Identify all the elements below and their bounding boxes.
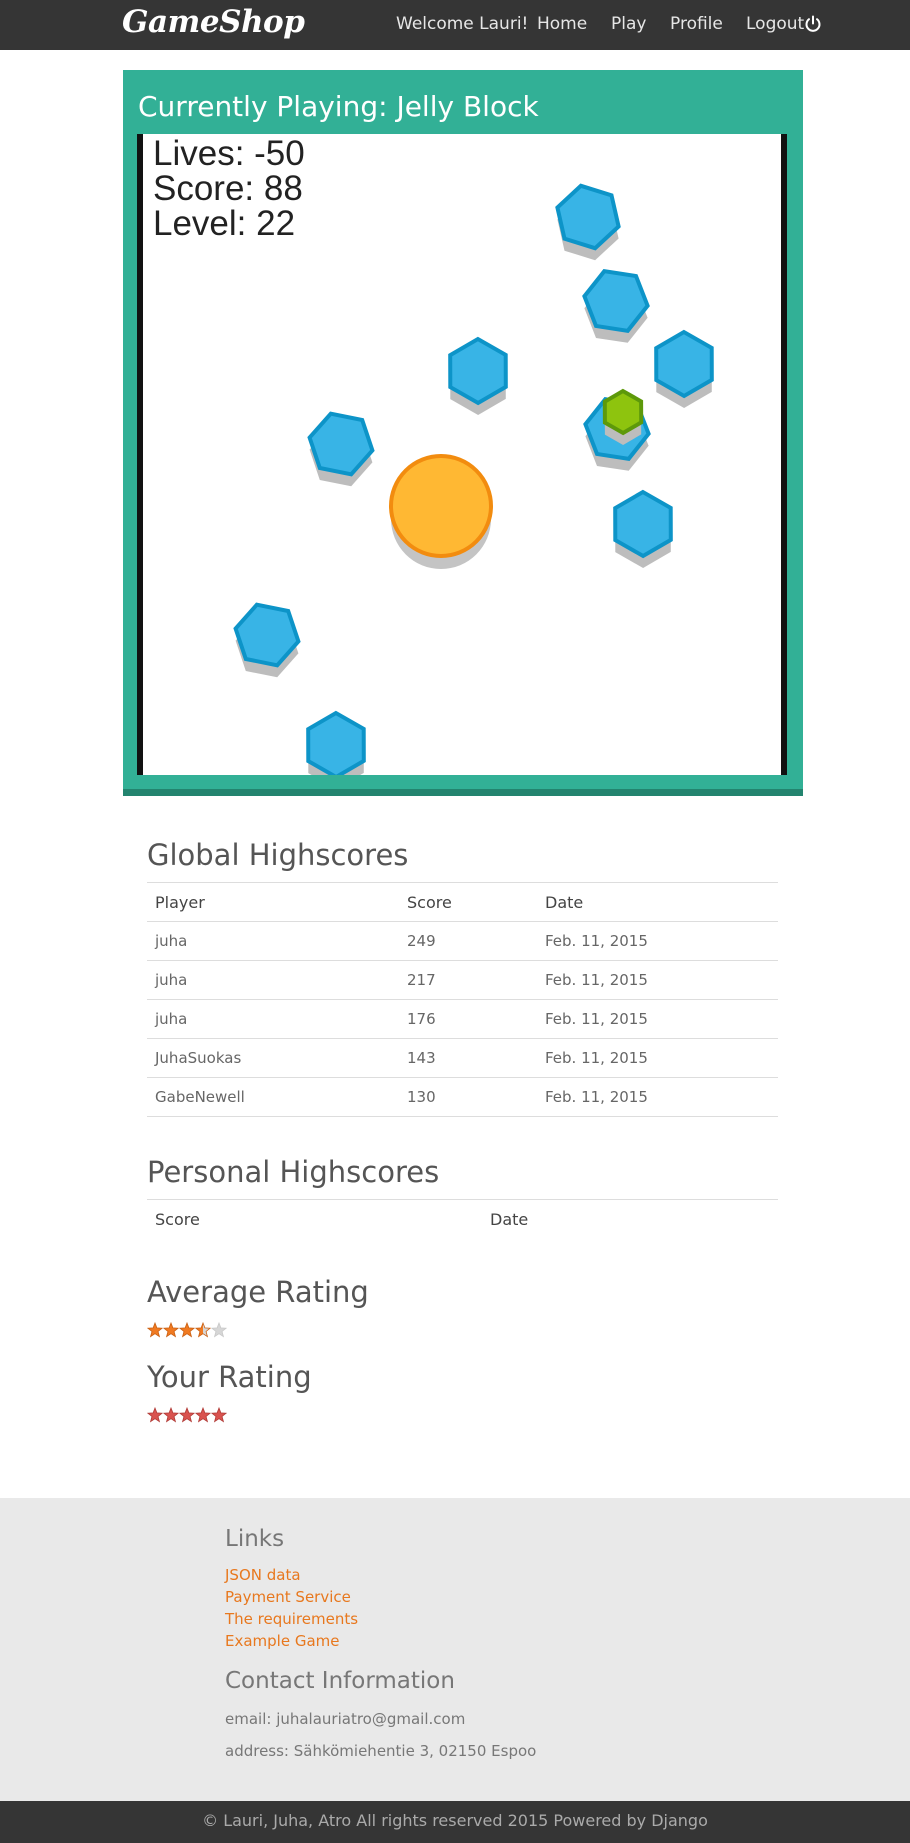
col-score: Score xyxy=(147,1199,482,1239)
cell-date: Feb. 11, 2015 xyxy=(537,999,778,1039)
block-hexagon xyxy=(555,183,621,261)
star-icon[interactable] xyxy=(195,1407,211,1423)
cell-date: Feb. 11, 2015 xyxy=(537,1038,778,1078)
star-icon[interactable] xyxy=(211,1407,227,1423)
cell-player: juha xyxy=(147,960,399,1000)
contact-heading: Contact Information xyxy=(225,1668,455,1694)
power-icon[interactable] xyxy=(804,15,822,33)
hud-score: Score: 88 xyxy=(153,169,303,208)
block-hexagon xyxy=(613,489,673,568)
link-payment-service[interactable]: Payment Service xyxy=(225,1588,351,1606)
star-icon[interactable] xyxy=(147,1407,163,1423)
link-json-data[interactable]: JSON data xyxy=(225,1566,301,1584)
navbar: GameShop Welcome Lauri! Home Play Profil… xyxy=(0,0,910,50)
your-rating-stars[interactable] xyxy=(147,1407,227,1423)
cell-date: Feb. 11, 2015 xyxy=(537,1077,778,1117)
link-requirements[interactable]: The requirements xyxy=(225,1610,358,1628)
cell-date: Feb. 11, 2015 xyxy=(537,960,778,1000)
table-row: juha 217 Feb. 11, 2015 xyxy=(147,960,778,1000)
average-rating-heading: Average Rating xyxy=(147,1275,369,1309)
table-row: JuhaSuokas 143 Feb. 11, 2015 xyxy=(147,1038,778,1078)
col-score: Score xyxy=(399,882,537,922)
table-header-row: Score Date xyxy=(147,1199,778,1239)
cell-player: juha xyxy=(147,999,399,1039)
cell-player: JuhaSuokas xyxy=(147,1038,399,1078)
links-heading: Links xyxy=(225,1526,285,1552)
cell-score: 143 xyxy=(399,1038,537,1078)
nav-welcome[interactable]: Welcome Lauri! xyxy=(396,14,528,34)
bonus-hexagon xyxy=(602,388,644,445)
star-icon xyxy=(179,1322,195,1338)
cell-score: 130 xyxy=(399,1077,537,1117)
cell-score: 217 xyxy=(399,960,537,1000)
nav-play[interactable]: Play xyxy=(611,14,646,34)
average-rating-section: Average Rating xyxy=(147,1275,778,1309)
brand-logo[interactable]: GameShop xyxy=(122,4,305,40)
copyright-text: © Lauri, Juha, Atro All rights reserved … xyxy=(202,1811,708,1830)
block-hexagon xyxy=(233,602,301,678)
block-hexagon xyxy=(448,336,508,415)
nav-logout[interactable]: Logout xyxy=(746,14,804,34)
contact-address: address: Sähkömiehentie 3, 02150 Espoo xyxy=(225,1742,537,1760)
star-icon[interactable] xyxy=(163,1407,179,1423)
star-icon xyxy=(163,1322,179,1338)
cell-score: 176 xyxy=(399,999,537,1039)
block-hexagon xyxy=(307,411,375,487)
hud-lives: Lives: -50 xyxy=(153,134,305,173)
table-row: juha 249 Feb. 11, 2015 xyxy=(147,921,778,961)
star-icon xyxy=(195,1322,211,1338)
personal-highscores-section: Personal Highscores Score Date xyxy=(147,1155,778,1239)
block-hexagon xyxy=(582,269,650,343)
global-highscores-section: Global Highscores Player Score Date juha… xyxy=(147,838,778,1117)
average-rating-stars xyxy=(147,1322,227,1338)
your-rating-section: Your Rating xyxy=(147,1360,778,1394)
cell-player: juha xyxy=(147,921,399,961)
global-highscores-heading: Global Highscores xyxy=(147,838,409,872)
global-highscores-table: Player Score Date juha 249 Feb. 11, 2015… xyxy=(147,882,778,1117)
star-icon xyxy=(147,1322,163,1338)
cell-score: 249 xyxy=(399,921,537,961)
star-icon[interactable] xyxy=(179,1407,195,1423)
block-hexagon xyxy=(654,329,714,408)
table-header-row: Player Score Date xyxy=(147,882,778,922)
bottom-bar: © Lauri, Juha, Atro All rights reserved … xyxy=(0,1801,910,1843)
hud-level: Level: 22 xyxy=(153,204,296,243)
star-icon xyxy=(211,1322,227,1338)
player-ball xyxy=(389,454,493,569)
col-date: Date xyxy=(482,1199,778,1239)
game-panel: Currently Playing: Jelly Block Lives: -5… xyxy=(123,70,803,796)
cell-date: Feb. 11, 2015 xyxy=(537,921,778,961)
nav-profile[interactable]: Profile xyxy=(670,14,723,34)
personal-highscores-heading: Personal Highscores xyxy=(147,1155,440,1189)
block-hexagon xyxy=(306,710,366,775)
personal-highscores-table: Score Date xyxy=(147,1199,778,1239)
col-date: Date xyxy=(537,882,778,922)
table-row: GabeNewell 130 Feb. 11, 2015 xyxy=(147,1077,778,1117)
game-title: Currently Playing: Jelly Block xyxy=(138,90,539,123)
table-row: juha 176 Feb. 11, 2015 xyxy=(147,999,778,1039)
contact-email: email: juhalauriatro@gmail.com xyxy=(225,1710,466,1728)
nav-home[interactable]: Home xyxy=(537,14,587,34)
game-canvas[interactable]: Lives: -50 Score: 88 Level: 22 xyxy=(137,134,787,775)
link-example-game[interactable]: Example Game xyxy=(225,1632,340,1650)
your-rating-heading: Your Rating xyxy=(147,1360,312,1394)
cell-player: GabeNewell xyxy=(147,1077,399,1117)
footer: Links JSON data Payment Service The requ… xyxy=(0,1498,910,1801)
col-player: Player xyxy=(147,882,399,922)
